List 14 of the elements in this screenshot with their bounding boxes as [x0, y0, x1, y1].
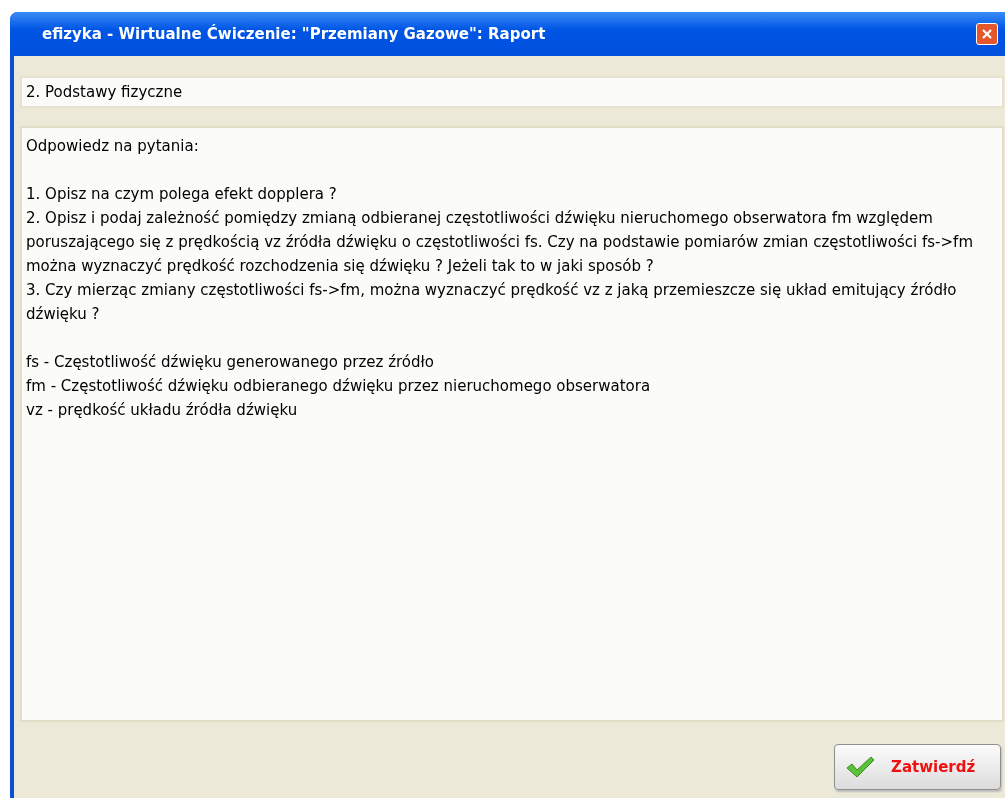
text-line: fm - Częstotliwość dźwięku odbieranego dźwięku przez nieruchomego obserwatora: [26, 376, 652, 397]
text-line: 1. Opisz na czym polega efekt dopplera ?: [26, 184, 338, 205]
checkmark-icon: [845, 755, 875, 779]
text-line: fs - Częstotliwość dźwięku generowanego przez źródło: [26, 352, 435, 373]
text-line: Odpowiedz na pytania:: [26, 136, 200, 157]
close-icon: [981, 28, 993, 40]
window-title: efizyka - Wirtualne Ćwiczenie: "Przemiany Gazowe": Raport: [42, 25, 547, 43]
text-line: vz - prędkość układu źródła dźwięku: [26, 400, 299, 421]
text-line: 3. Czy mierząc zmiany częstotliwości fs->fm, można wyznaczyć prędkość vz z jaką przemieszcze się układ emitujący źródło dźwięku ?: [26, 280, 958, 325]
text-line: 2. Opisz i podaj zależność pomiędzy zmianą odbieranej częstotliwości dźwięku nieruchomego obserwatora fm względem poruszającego się z prędkością vz źródła dźwięku o częstotliwości fs. Czy na podstawie pomiarów zmian częstotliwości fs->fm można wyznaczyć prędkość rozchodzenia się dźwięku ? Jeżeli tak to w jaki sposób ?: [26, 208, 974, 277]
close-button[interactable]: [976, 23, 998, 45]
section-field[interactable]: 2. Podstawy fizyczne: [20, 76, 1004, 108]
confirm-button[interactable]: Zatwierdź: [834, 744, 1001, 790]
report-text-area[interactable]: [20, 126, 1004, 722]
